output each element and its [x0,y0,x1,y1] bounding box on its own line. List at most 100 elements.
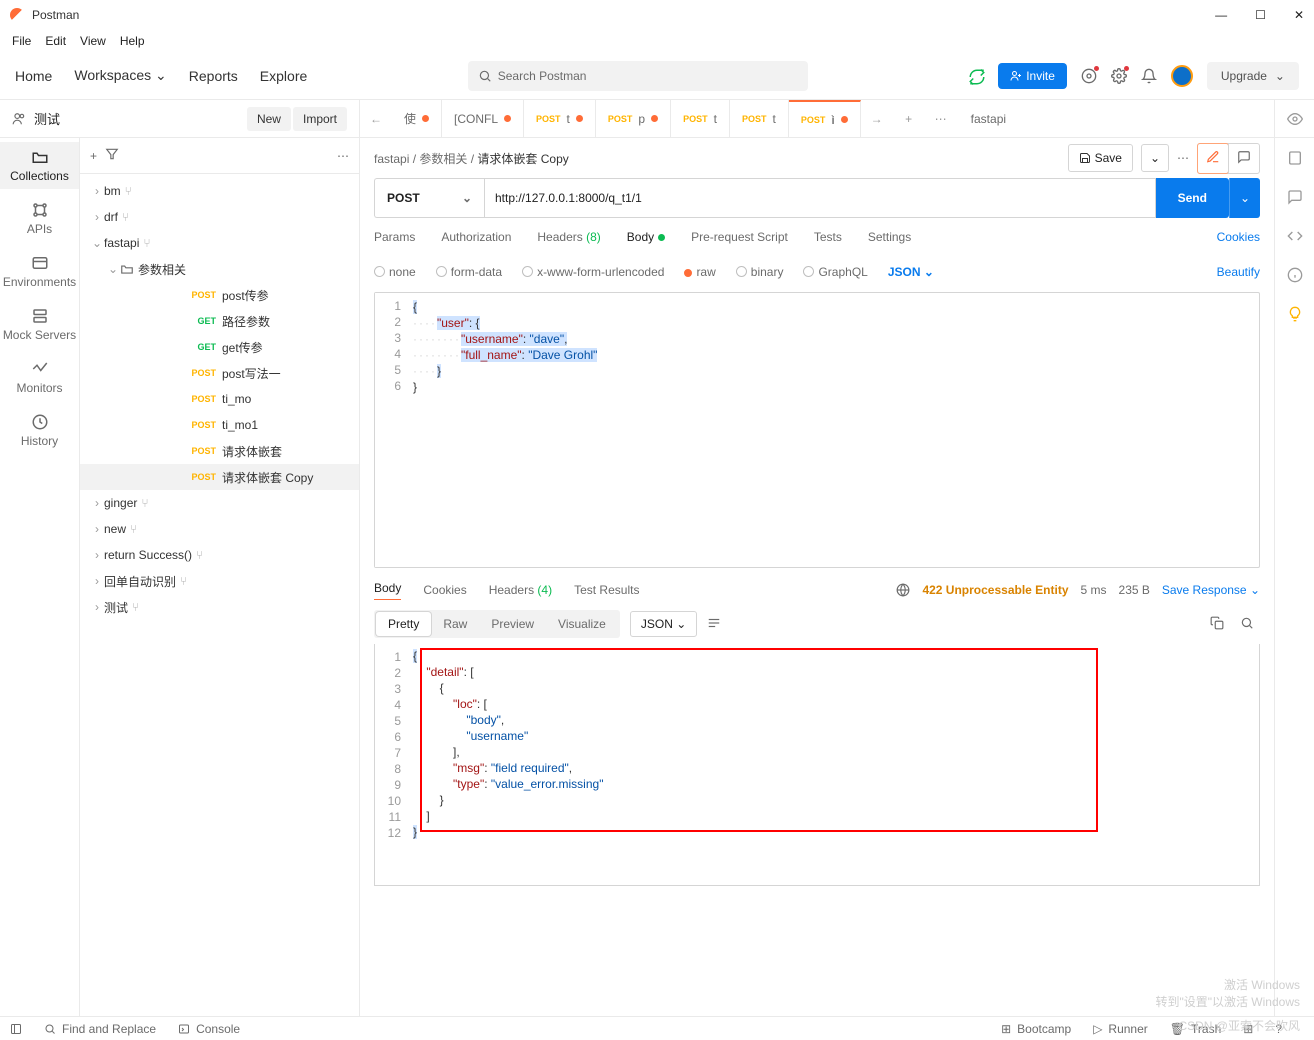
save-response[interactable]: Save Response ⌄ [1162,583,1260,597]
tree-item-fastapi[interactable]: ⌄fastapi⑂ [80,230,359,256]
tree-item-returnsuccess[interactable]: ›return Success()⑂ [80,542,359,568]
tree-req-3[interactable]: POSTpost写法一 [80,360,359,386]
console[interactable]: Console [178,1022,240,1036]
bulb-icon[interactable] [1287,306,1303,325]
menu-edit[interactable]: Edit [45,34,66,48]
tree-folder-params[interactable]: ⌄参数相关 [80,256,359,282]
tab-headers[interactable]: Headers (8) [537,230,600,244]
request-body-editor[interactable]: 123456 { ····"user": { ········"username… [374,292,1260,568]
tabs-next-icon[interactable]: → [861,100,893,137]
sync-icon[interactable] [968,68,984,84]
rail-collections[interactable]: Collections [0,142,79,189]
tree-req-5[interactable]: POSTti_mo1 [80,412,359,438]
info-icon[interactable] [1287,267,1303,286]
rail-apis[interactable]: APIs [0,195,79,242]
tree-item-drf[interactable]: ›drf⑂ [80,204,359,230]
resp-lang-select[interactable]: JSON ⌄ [630,611,697,637]
beautify-link[interactable]: Beautify [1217,265,1260,279]
nav-reports[interactable]: Reports [189,68,238,84]
tab-6[interactable]: POSTì [789,100,861,137]
workspace-name[interactable]: 测试 [34,109,60,128]
copy-icon[interactable] [1204,616,1230,633]
menu-file[interactable]: File [12,34,31,48]
body-type-raw[interactable]: raw [684,265,715,279]
globe-icon[interactable] [896,583,910,597]
docs-icon[interactable] [1287,150,1303,169]
resp-mode-preview[interactable]: Preview [479,612,546,636]
tree-req-4[interactable]: POSTti_mo [80,386,359,412]
save-caret[interactable]: ⌄ [1141,144,1169,172]
sidebar-toggle-icon[interactable] [10,1023,22,1035]
body-type-form[interactable]: form-data [436,265,502,279]
sidebar-more-icon[interactable]: ⋯ [337,149,349,163]
capture-icon[interactable] [1081,68,1097,84]
tab-0[interactable]: 使 [392,100,442,137]
sidebar-filter-icon[interactable] [105,147,119,164]
edit-icon[interactable] [1197,143,1229,174]
tab-3[interactable]: POSTp [596,100,671,137]
runner[interactable]: ▷ Runner [1093,1022,1148,1036]
tab-settings[interactable]: Settings [868,230,911,244]
find-replace[interactable]: Find and Replace [44,1022,156,1036]
nav-explore[interactable]: Explore [260,68,307,84]
tree-req-1[interactable]: GET路径参数 [80,308,359,334]
maximize-icon[interactable]: ☐ [1255,8,1266,22]
resp-tab-body[interactable]: Body [374,581,401,600]
tab-prereq[interactable]: Pre-request Script [691,230,788,244]
resp-tab-headers[interactable]: Headers (4) [489,583,552,597]
import-button[interactable]: Import [293,107,347,131]
tab-add-icon[interactable]: + [893,100,925,137]
bell-icon[interactable] [1141,68,1157,84]
breadcrumb[interactable]: fastapi / 参数相关 / 请求体嵌套 Copy [374,150,569,167]
tree-item-huidan[interactable]: ›回单自动识别⑂ [80,568,359,594]
comments-icon[interactable] [1287,189,1303,208]
tree-item-new[interactable]: ›new⑂ [80,516,359,542]
upgrade-button[interactable]: Upgrade⌄ [1207,62,1299,90]
resp-mode-raw[interactable]: Raw [431,612,479,636]
settings-icon[interactable] [1111,68,1127,84]
tab-tests[interactable]: Tests [814,230,842,244]
tab-2[interactable]: POSTt [524,100,596,137]
search-input[interactable]: Search Postman [468,61,808,91]
avatar-icon[interactable] [1171,65,1193,87]
tab-params[interactable]: Params [374,230,415,244]
rail-mock[interactable]: Mock Servers [0,301,79,348]
tree-item-ceshi[interactable]: ›测试⑂ [80,594,359,620]
close-icon[interactable]: ✕ [1294,8,1304,22]
body-lang-select[interactable]: JSON ⌄ [888,265,934,279]
send-caret[interactable]: ⌄ [1229,178,1260,218]
tab-1[interactable]: [CONFL [442,100,524,137]
send-button[interactable]: Send [1156,178,1229,218]
body-type-binary[interactable]: binary [736,265,784,279]
rail-history[interactable]: History [0,407,79,454]
tab-auth[interactable]: Authorization [441,230,511,244]
wrap-icon[interactable] [701,616,727,633]
save-button[interactable]: Save [1068,144,1133,172]
resp-tab-cookies[interactable]: Cookies [423,583,466,597]
comment-icon[interactable] [1228,144,1259,173]
more-icon[interactable]: ⋯ [1177,151,1189,165]
env-selector[interactable]: fastapi [957,100,1274,137]
code-icon[interactable] [1287,228,1303,247]
tab-5[interactable]: POSTt [730,100,789,137]
tree-req-7[interactable]: POST请求体嵌套 Copy [80,464,359,490]
invite-button[interactable]: Invite [998,63,1067,89]
sidebar-add-icon[interactable]: + [90,149,97,163]
bootcamp[interactable]: ⊞ Bootcamp [1001,1022,1071,1036]
resp-tab-tests[interactable]: Test Results [574,583,639,597]
response-body[interactable]: 123456789101112 { "detail": [ { "loc": [… [374,644,1260,886]
body-type-urlenc[interactable]: x-www-form-urlencoded [522,265,664,279]
tree-req-2[interactable]: GETget传参 [80,334,359,360]
minimize-icon[interactable]: — [1215,8,1227,22]
tab-4[interactable]: POSTt [671,100,730,137]
body-type-graphql[interactable]: GraphQL [803,265,867,279]
method-select[interactable]: POST⌄ [374,178,484,218]
tree-item-bm[interactable]: ›bm⑂ [80,178,359,204]
tab-body[interactable]: Body [627,230,665,244]
nav-workspaces[interactable]: Workspaces ⌄ [74,67,166,84]
cookies-link[interactable]: Cookies [1217,230,1260,244]
env-eye-icon[interactable] [1274,100,1314,137]
tree-item-ginger[interactable]: ›ginger⑂ [80,490,359,516]
tab-more-icon[interactable]: ⋯ [925,100,957,137]
body-type-none[interactable]: none [374,265,416,279]
